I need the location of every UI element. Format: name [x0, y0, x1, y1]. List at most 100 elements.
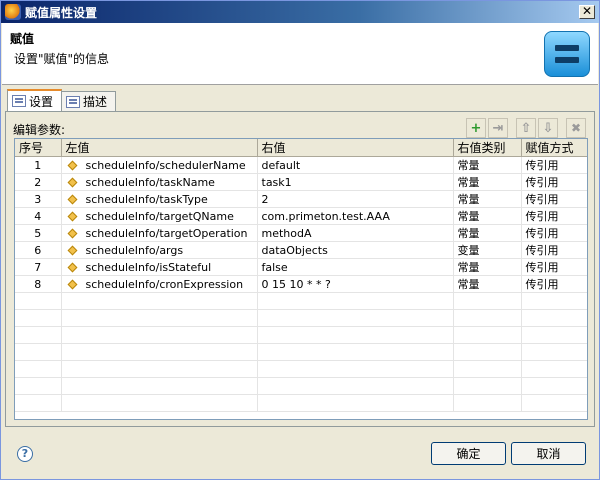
- tab-settings[interactable]: 设置: [7, 89, 63, 111]
- params-table[interactable]: 序号 左值 右值 右值类别 赋值方式 1 scheduleInfo/schedul…: [14, 138, 588, 420]
- row-index: [15, 377, 62, 395]
- app-icon: [5, 4, 21, 20]
- left-value-text: scheduleInfo/args: [85, 243, 184, 257]
- field-diamond-icon: [67, 262, 77, 273]
- row-index: [15, 292, 62, 310]
- value-type: 常量: [453, 224, 522, 242]
- add-icon: +: [470, 120, 482, 136]
- value-type: [453, 377, 522, 395]
- table-row[interactable]: [15, 343, 587, 361]
- assign-mode: 传引用: [521, 241, 587, 259]
- left-value-text: scheduleInfo/cronExpression: [85, 277, 244, 291]
- left-value: scheduleInfo/targetQName: [61, 207, 258, 225]
- table-row[interactable]: 6 scheduleInfo/args dataObjects 变量 传引用: [15, 241, 587, 259]
- col-header-mode[interactable]: 赋值方式: [521, 139, 587, 157]
- row-index: 8: [15, 275, 62, 293]
- table-row[interactable]: [15, 309, 587, 327]
- right-value: 0 15 10 * * ?: [257, 275, 454, 293]
- add-button[interactable]: +: [466, 118, 486, 138]
- left-value: scheduleInfo/isStateful: [61, 258, 258, 276]
- right-value: false: [257, 258, 454, 276]
- row-index: 6: [15, 241, 62, 259]
- table-row[interactable]: [15, 360, 587, 378]
- left-value: [61, 292, 258, 310]
- close-button[interactable]: ✕: [579, 5, 595, 19]
- help-icon[interactable]: ?: [17, 446, 33, 462]
- table-row[interactable]: 8 scheduleInfo/cronExpression 0 15 10 * * …: [15, 275, 587, 293]
- value-type: 变量: [453, 241, 522, 259]
- col-header-left[interactable]: 左值: [61, 139, 258, 157]
- field-diamond-icon: [67, 211, 77, 222]
- edit-params-label: 编辑参数:: [13, 123, 66, 137]
- left-value-text: scheduleInfo/targetOperation: [85, 226, 248, 240]
- assign-mode: [521, 292, 587, 310]
- table-row[interactable]: 5 scheduleInfo/targetOperation methodA 常量 传引…: [15, 224, 587, 242]
- dialog-window: 赋值属性设置 ✕ 赋值 设置"赋值"的信息 设置 描述 编辑参数: + ⇥ ⇧ …: [0, 0, 600, 480]
- move-down-button[interactable]: ⇩: [538, 118, 558, 138]
- left-value: [61, 394, 258, 412]
- col-header-index[interactable]: 序号: [15, 139, 62, 157]
- value-type: 常量: [453, 173, 522, 191]
- delete-button[interactable]: ✖: [566, 118, 586, 138]
- left-value: [61, 343, 258, 361]
- insert-button[interactable]: ⇥: [488, 118, 508, 138]
- left-value-text: scheduleInfo/taskType: [85, 192, 208, 206]
- value-type: [453, 309, 522, 327]
- value-type: 常量: [453, 190, 522, 208]
- assign-mode: 传引用: [521, 258, 587, 276]
- left-value: scheduleInfo/taskName: [61, 173, 258, 191]
- cancel-button[interactable]: 取消: [511, 442, 586, 465]
- assign-mode: 传引用: [521, 224, 587, 242]
- value-type: [453, 292, 522, 310]
- row-index: 4: [15, 207, 62, 225]
- move-up-icon: ⇧: [520, 120, 532, 136]
- field-diamond-icon: [67, 279, 77, 290]
- table-row[interactable]: 4 scheduleInfo/targetQName com.primeton.te…: [15, 207, 587, 225]
- assign-icon: [544, 31, 590, 77]
- title-bar[interactable]: 赋值属性设置 ✕: [1, 1, 599, 23]
- col-header-right[interactable]: 右值: [257, 139, 454, 157]
- right-value: com.primeton.test.AAA: [257, 207, 454, 225]
- button-bar: ? 确定 取消: [1, 427, 599, 479]
- left-value: [61, 360, 258, 378]
- right-value: [257, 309, 454, 327]
- row-index: 2: [15, 173, 62, 191]
- field-diamond-icon: [67, 160, 77, 171]
- assign-mode: [521, 309, 587, 327]
- left-value: scheduleInfo/schedulerName: [61, 156, 258, 174]
- assign-mode: 传引用: [521, 275, 587, 293]
- insert-icon: ⇥: [492, 120, 504, 136]
- tab-bar: 设置 描述: [7, 89, 117, 111]
- left-value: [61, 326, 258, 344]
- tab-description-label: 描述: [83, 95, 108, 109]
- table-row[interactable]: 2 scheduleInfo/taskName task1 常量 传引用: [15, 173, 587, 191]
- settings-tab-icon: [12, 95, 26, 107]
- table-row[interactable]: [15, 292, 587, 310]
- table-row[interactable]: 1 scheduleInfo/schedulerName default 常量 传引用: [15, 156, 587, 174]
- param-toolbar: + ⇥ ⇧ ⇩ ✖: [466, 118, 586, 138]
- row-index: 7: [15, 258, 62, 276]
- table-row[interactable]: [15, 326, 587, 344]
- move-down-icon: ⇩: [542, 120, 554, 136]
- tab-description[interactable]: 描述: [61, 91, 117, 111]
- description-tab-icon: [66, 95, 81, 108]
- assign-mode: [521, 360, 587, 378]
- assign-mode: 传引用: [521, 173, 587, 191]
- assign-mode: [521, 343, 587, 361]
- left-value-text: scheduleInfo/isStateful: [85, 260, 212, 274]
- right-value: default: [257, 156, 454, 174]
- tab-settings-label: 设置: [29, 94, 54, 109]
- right-value: 2: [257, 190, 454, 208]
- table-row[interactable]: [15, 394, 587, 412]
- assign-mode: [521, 377, 587, 395]
- right-value: [257, 326, 454, 344]
- ok-button[interactable]: 确定: [431, 442, 506, 465]
- table-row[interactable]: 3 scheduleInfo/taskType 2 常量 传引用: [15, 190, 587, 208]
- field-diamond-icon: [67, 245, 77, 256]
- assign-mode: [521, 394, 587, 412]
- row-index: [15, 326, 62, 344]
- table-row[interactable]: [15, 377, 587, 395]
- move-up-button[interactable]: ⇧: [516, 118, 536, 138]
- table-row[interactable]: 7 scheduleInfo/isStateful false 常量 传引用: [15, 258, 587, 276]
- col-header-type[interactable]: 右值类别: [453, 139, 522, 157]
